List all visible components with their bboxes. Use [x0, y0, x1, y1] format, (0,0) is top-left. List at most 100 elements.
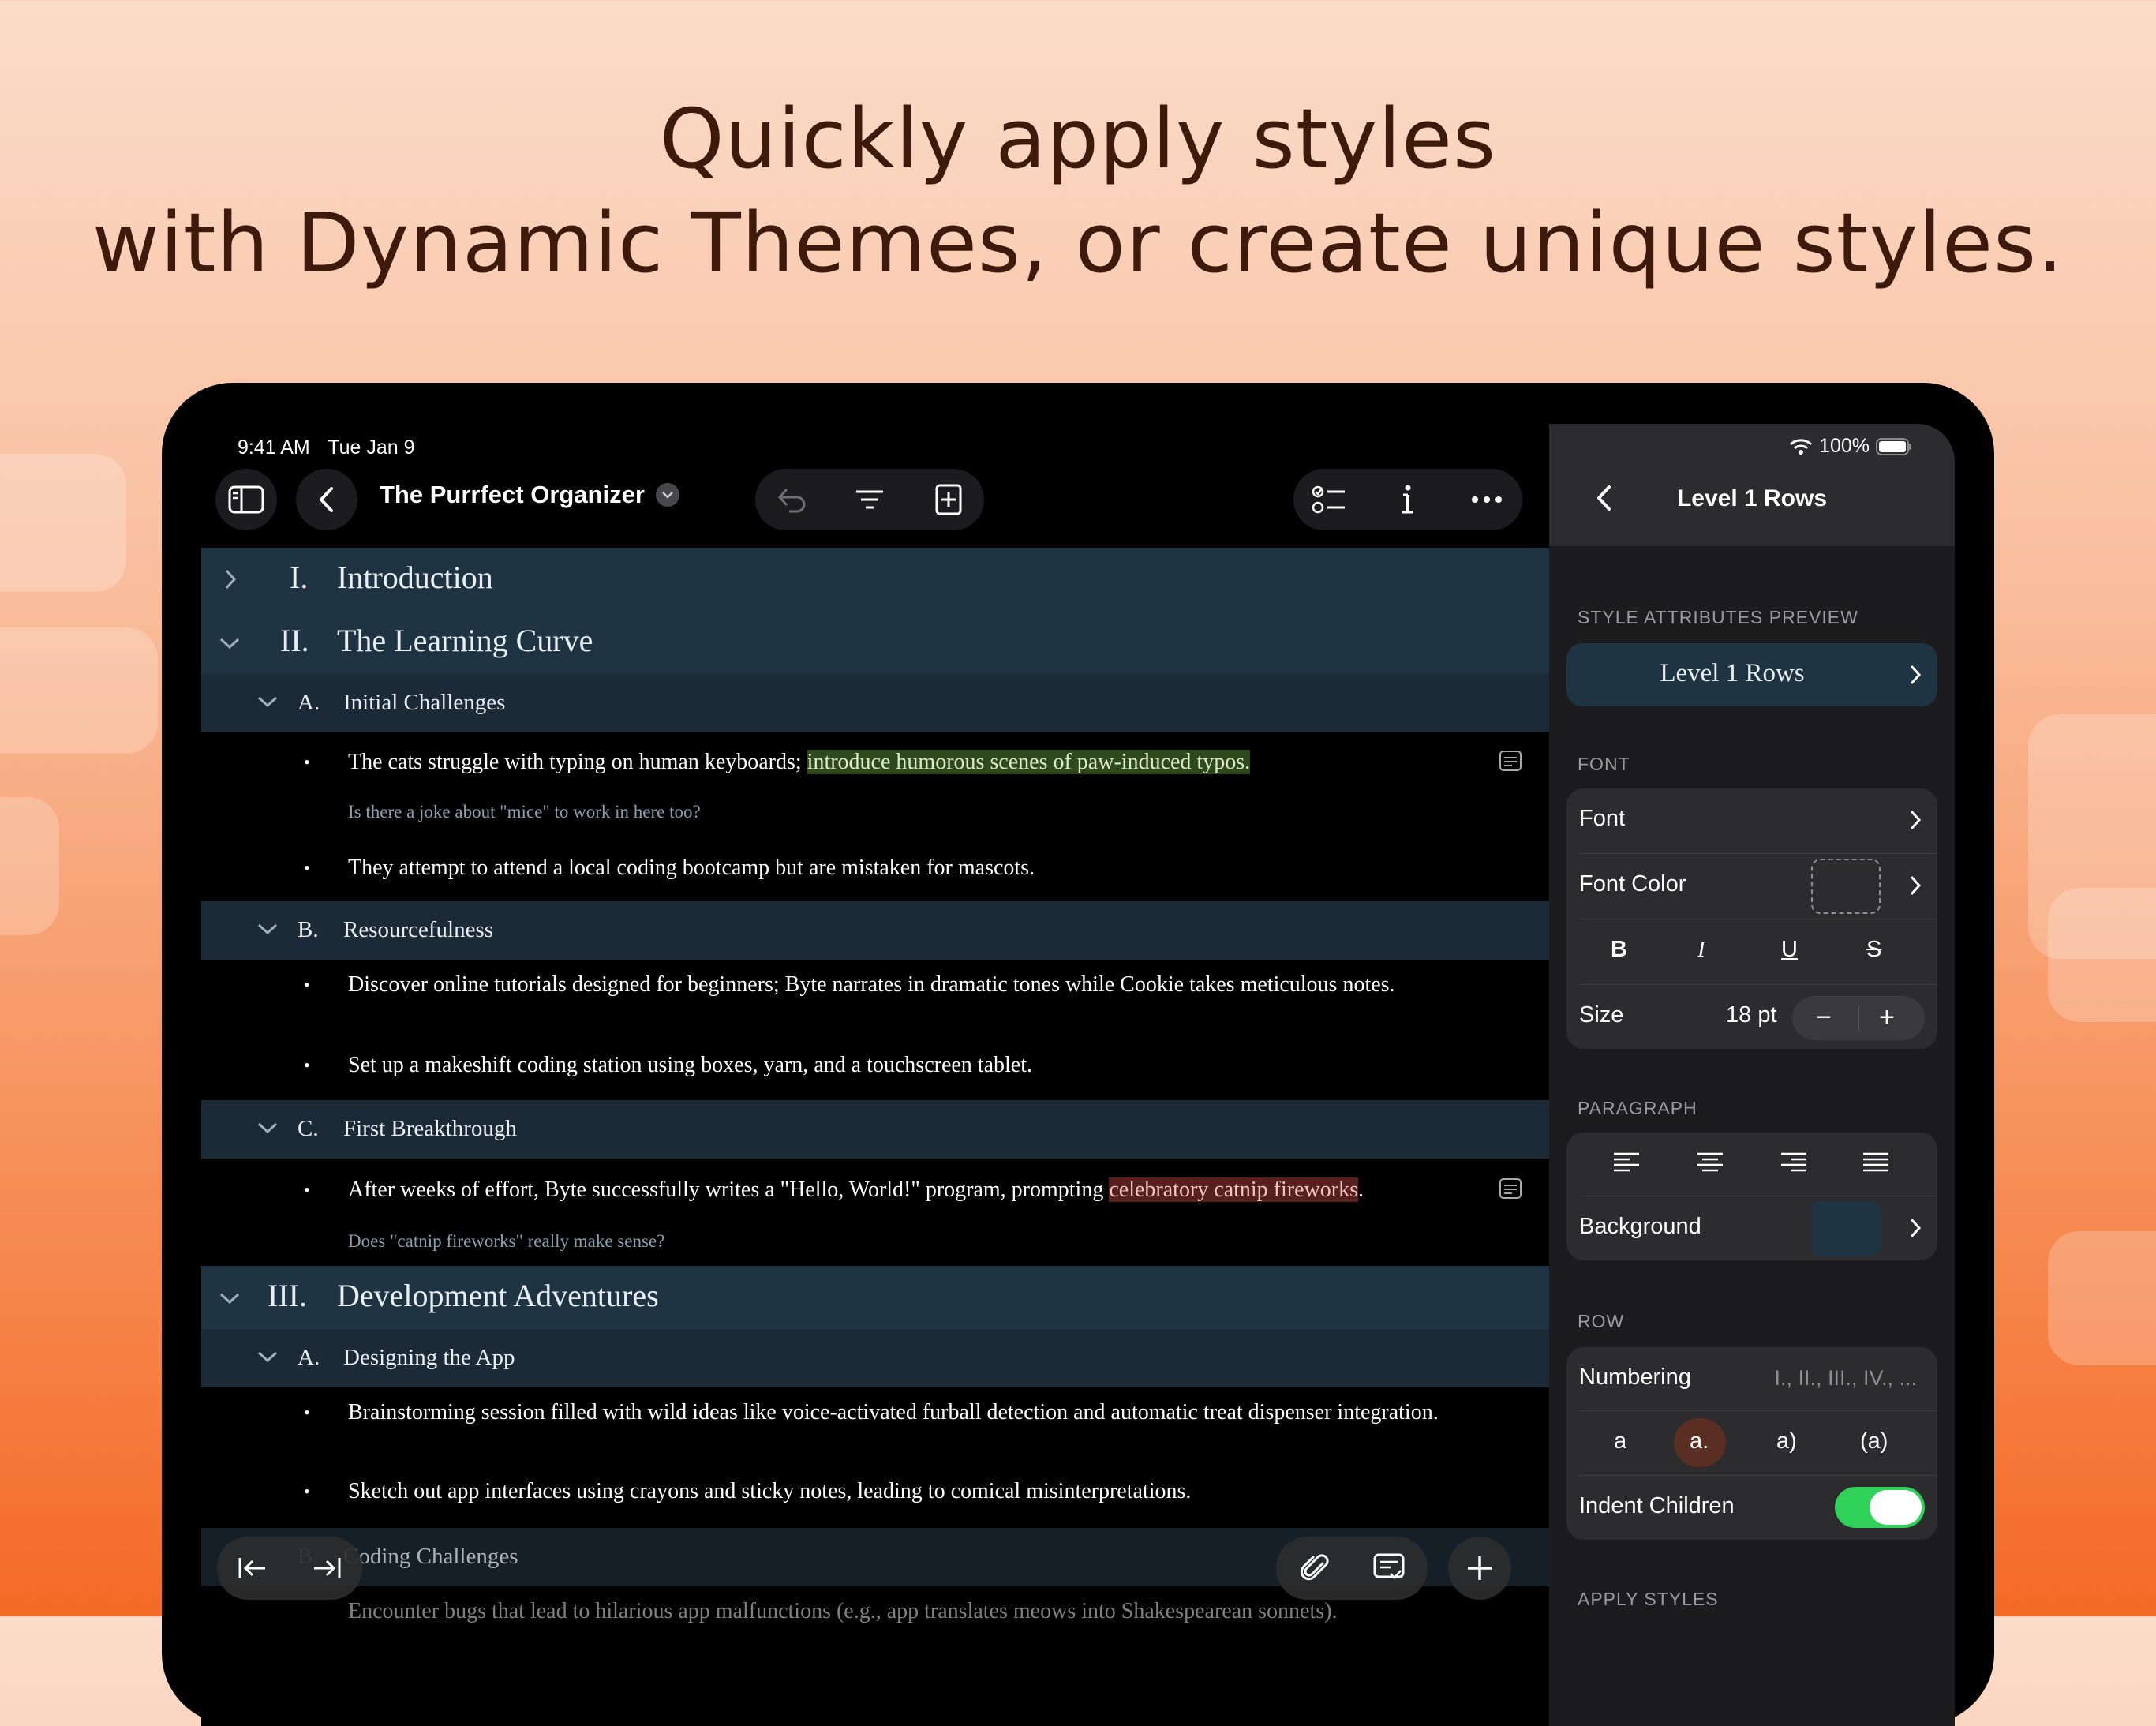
highlighted-text: introduce humorous scenes of paw-induced… [807, 750, 1251, 774]
row-number: A. [298, 1345, 320, 1370]
size-row: Size 18 pt − + [1579, 985, 1925, 1050]
indent-button[interactable] [291, 1537, 362, 1600]
background-row[interactable]: Background [1579, 1196, 1925, 1261]
bullet-text: Encounter bugs that lead to hilarious ap… [348, 1599, 1338, 1623]
chevron-down-icon[interactable] [256, 695, 279, 709]
add-note-button[interactable] [1353, 1537, 1424, 1600]
align-left-icon[interactable] [1614, 1151, 1639, 1174]
decorative-shape [2048, 888, 2156, 1022]
section-label: PARAGRAPH [1578, 1098, 1697, 1118]
numbering-option[interactable]: (a) [1860, 1428, 1888, 1455]
text-style-row: B I U S [1579, 919, 1925, 984]
indent-children-toggle[interactable] [1835, 1487, 1925, 1528]
outline-bullet-row[interactable]: • After weeks of effort, Byte successful… [201, 1159, 1549, 1266]
size-stepper[interactable]: − + [1792, 996, 1925, 1040]
chevron-down-icon[interactable] [219, 636, 241, 650]
font-color-row[interactable]: Font Color [1579, 854, 1925, 919]
document-title-menu[interactable]: The Purrfect Organizer [380, 481, 679, 509]
outline-row-level1[interactable]: II. The Learning Curve [201, 611, 1549, 674]
add-row-button[interactable] [913, 469, 984, 530]
note-icon[interactable] [1499, 750, 1522, 772]
undo-icon [777, 488, 806, 513]
indent-children-label: Indent Children [1579, 1493, 1735, 1518]
outline-row-level2[interactable]: A. Designing the App [201, 1329, 1549, 1387]
plus-icon [1468, 1556, 1492, 1580]
outline-bullet-row[interactable]: • Set up a makeshift coding station usin… [201, 1043, 1549, 1100]
bullet-text: • Set up a makeshift coding station usin… [304, 1051, 1453, 1080]
screen: 9:41 AM Tue Jan 9 The Purrfect Organizer [201, 424, 1955, 1726]
row-text: The Learning Curve [337, 623, 593, 658]
outline-row-level1[interactable]: III. Development Adventures [201, 1266, 1549, 1329]
more-button[interactable] [1451, 469, 1522, 530]
font-label: Font [1579, 806, 1626, 831]
bullet-dot-icon: • [304, 858, 310, 878]
minus-icon[interactable]: − [1816, 1002, 1832, 1033]
bullet-dot-icon: • [304, 1180, 310, 1200]
row-text: Introduction [337, 560, 493, 595]
checklist-button[interactable] [1293, 469, 1364, 530]
bullet-dot-icon: • [304, 975, 310, 994]
style-preview-button[interactable]: Level 1 Rows [1566, 643, 1937, 706]
outline-row-level2[interactable]: C. First Breakthrough [201, 1100, 1549, 1159]
background-swatch[interactable] [1811, 1201, 1881, 1256]
section-label: FONT [1578, 754, 1630, 774]
chevron-down-icon [655, 483, 679, 507]
note-icon[interactable] [1499, 1177, 1522, 1200]
outline-row-level2[interactable]: A. Initial Challenges [201, 674, 1549, 732]
numbering-row[interactable]: Numbering I., II., III., IV., ... [1579, 1347, 1925, 1410]
outline-bullet-row[interactable]: • They attempt to attend a local coding … [201, 843, 1549, 901]
attach-button[interactable] [1279, 1537, 1350, 1600]
row-number: B. [298, 917, 319, 942]
align-justify-icon[interactable] [1863, 1151, 1888, 1174]
info-button[interactable] [1372, 469, 1443, 530]
font-row[interactable]: Font [1579, 788, 1925, 853]
undo-button[interactable] [755, 469, 826, 530]
info-icon [1402, 485, 1413, 514]
note-add-icon [1373, 1553, 1405, 1579]
section-label: ROW [1578, 1311, 1625, 1331]
underline-button[interactable]: U [1781, 937, 1798, 963]
chevron-down-icon[interactable] [256, 1121, 279, 1135]
font-color-swatch[interactable] [1811, 859, 1881, 914]
numbering-option[interactable]: a [1614, 1428, 1626, 1455]
row-text: Coding Challenges [343, 1544, 518, 1569]
size-value: 18 pt [1726, 1002, 1777, 1028]
italic-button[interactable]: I [1697, 937, 1705, 963]
outline-bullet-row[interactable]: • Brainstorming session filled with wild… [201, 1387, 1549, 1470]
numbering-option[interactable]: a. [1690, 1428, 1709, 1455]
strikethrough-button[interactable]: S [1866, 937, 1881, 963]
outline-row-level1[interactable]: I. Introduction [201, 548, 1549, 611]
back-button[interactable] [296, 469, 357, 530]
numbering-option[interactable]: a) [1776, 1428, 1797, 1455]
preview-text: Level 1 Rows [1660, 659, 1805, 687]
align-right-icon[interactable] [1781, 1151, 1806, 1174]
outdent-button[interactable] [217, 1537, 288, 1600]
chevron-down-icon[interactable] [256, 1350, 279, 1364]
outline-row-level2[interactable]: B. Resourcefulness [201, 901, 1549, 960]
bullet-text: • The cats struggle with typing on human… [304, 748, 1453, 777]
row-number: II. [280, 623, 309, 658]
style-inspector: 100% Level 1 Rows STYLE ATTRIBUTES PREVI… [1549, 424, 1955, 1726]
outline-bullet-row[interactable]: • The cats struggle with typing on human… [201, 732, 1549, 843]
chevron-down-icon[interactable] [219, 1291, 241, 1305]
outline-bullet-row[interactable]: • Discover online tutorials designed for… [201, 960, 1549, 1043]
font-card: Font Font Color B I U S Size 18 pt − + [1566, 788, 1937, 1049]
row-number: I. [290, 560, 309, 595]
chevron-right-icon[interactable] [223, 568, 238, 590]
row-text: Resourcefulness [343, 917, 494, 942]
add-button[interactable] [1448, 1537, 1511, 1600]
sidebar-toggle-button[interactable] [215, 469, 277, 530]
filter-button[interactable] [834, 469, 905, 530]
row-note: Does "catnip fireworks" really make sens… [348, 1231, 665, 1251]
battery-percent: 100% [1819, 435, 1870, 457]
decorative-shape [0, 797, 59, 935]
row-number: A. [298, 690, 320, 715]
row-number: C. [298, 1116, 319, 1141]
outline-bullet-row[interactable]: • Sketch out app interfaces using crayon… [201, 1470, 1549, 1528]
plus-icon[interactable]: + [1879, 1002, 1895, 1033]
chevron-down-icon[interactable] [256, 922, 279, 936]
align-center-icon[interactable] [1697, 1151, 1723, 1174]
chevron-right-icon [1910, 1218, 1922, 1238]
outdent-icon [238, 1558, 265, 1578]
bold-button[interactable]: B [1611, 937, 1627, 963]
